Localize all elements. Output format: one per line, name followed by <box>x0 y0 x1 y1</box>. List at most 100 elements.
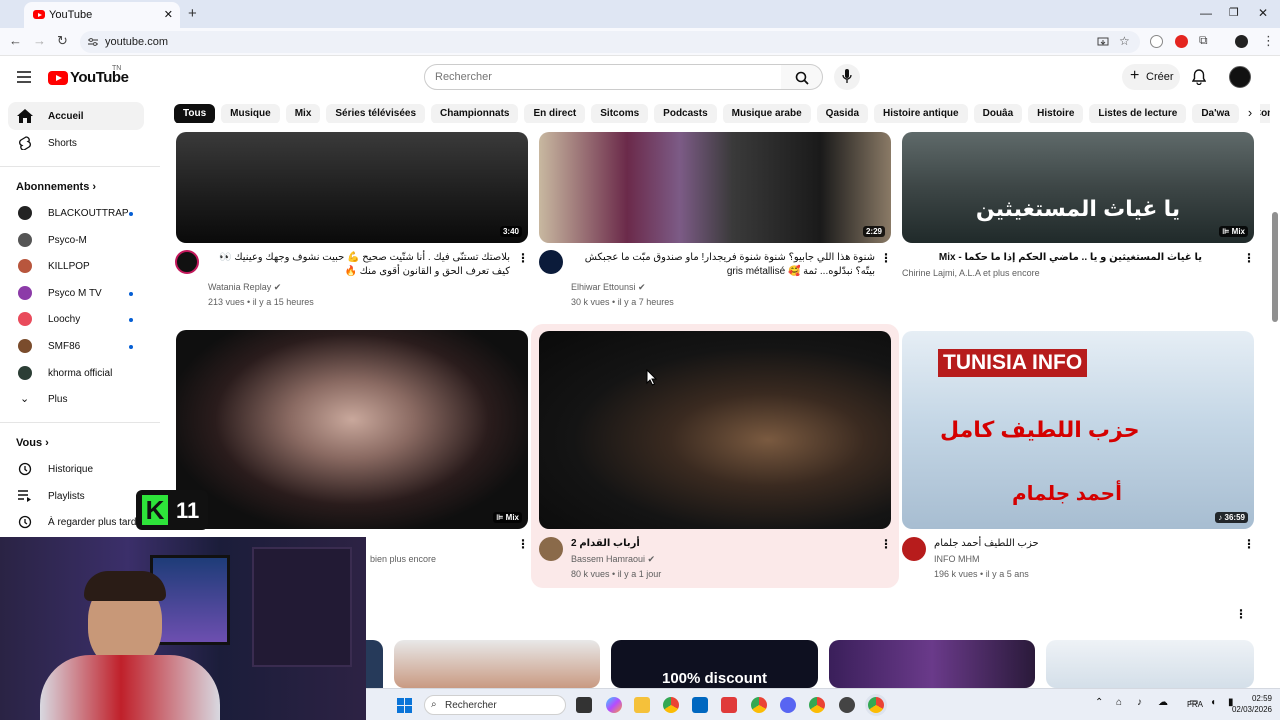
sidebar-subscription[interactable]: Psyco M TV <box>8 280 144 306</box>
chrome-icon[interactable] <box>751 697 767 713</box>
site-settings-icon[interactable] <box>88 37 98 47</box>
windows-start-icon[interactable] <box>397 698 412 713</box>
search-button[interactable] <box>781 64 823 90</box>
extensions-puzzle-icon[interactable]: ⧉ <box>1199 33 1208 48</box>
back-icon[interactable]: ← <box>9 33 22 48</box>
browser-menu-icon[interactable]: ⋮ <box>1262 33 1275 49</box>
video-channel[interactable]: Watania Replay ✔ <box>208 282 281 293</box>
discord-icon[interactable] <box>780 697 796 713</box>
channel-avatar[interactable] <box>539 537 563 561</box>
sidebar-item-shorts[interactable]: Shorts <box>8 129 144 157</box>
chip-qasida[interactable]: Qasida <box>816 104 869 123</box>
sidebar-subscription[interactable]: Loochy <box>8 306 144 332</box>
video-thumbnail[interactable]: TUNISIA INFO حزب اللطيف كامل أحمد جلمام … <box>902 331 1254 529</box>
subscriptions-heading[interactable]: Abonnements › <box>16 181 96 193</box>
network-icon[interactable]: ⌂ <box>1116 697 1122 708</box>
close-tab-icon[interactable]: ✕ <box>164 8 173 21</box>
video-channel[interactable]: bien plus encore <box>370 554 436 564</box>
sidebar-item-history[interactable]: Historique <box>8 456 144 482</box>
profile-avatar-icon[interactable] <box>1235 35 1248 48</box>
address-bar[interactable]: youtube.com ☆ <box>80 31 1140 53</box>
video-thumbnail[interactable]: 3:40 <box>176 132 528 243</box>
section-more-icon[interactable]: ⋮ <box>1235 607 1247 621</box>
chip-podcasts[interactable]: Podcasts <box>654 104 717 123</box>
sidebar-subscription[interactable]: khorma official <box>8 360 144 386</box>
reload-icon[interactable]: ↻ <box>57 33 68 49</box>
video-thumbnail[interactable]: 100% discount <box>611 640 818 688</box>
video-thumbnail[interactable] <box>394 640 600 688</box>
chip-listes-de-lecture[interactable]: Listes de lecture <box>1089 104 1187 123</box>
sidebar-item-playlists[interactable]: Playlists <box>8 483 144 509</box>
sidebar-subscription[interactable]: SMF86 <box>8 333 144 359</box>
chip-histoire[interactable]: Histoire <box>1028 104 1084 123</box>
minimize-icon[interactable]: — <box>1200 6 1212 20</box>
chrome-icon[interactable] <box>809 697 825 713</box>
wps-office-icon[interactable] <box>721 697 737 713</box>
video-title[interactable]: بلاصتك تستنّى فيك . أنا شتّيت صحيح 💪 حبي… <box>208 251 510 279</box>
chips-next-chevron-icon[interactable]: › <box>1240 104 1260 124</box>
chip-championnats[interactable]: Championnats <box>431 104 519 123</box>
cloud-icon[interactable]: ☁ <box>1158 697 1168 708</box>
microphone-tray-icon[interactable]: ♪ <box>1137 697 1142 708</box>
video-thumbnail[interactable]: 2:29 <box>539 132 891 243</box>
sidebar-subscription[interactable]: Psyco-M <box>8 227 144 253</box>
file-explorer-icon[interactable] <box>634 697 650 713</box>
video-thumbnail[interactable]: ⊫ Mix <box>176 330 528 529</box>
extension-icon[interactable] <box>1150 35 1163 48</box>
sidebar-subscription[interactable]: KILLPOP <box>8 253 144 279</box>
video-thumbnail[interactable] <box>366 640 383 688</box>
video-channel[interactable]: Chirine Lajmi, A.L.A et plus encore <box>902 268 1040 278</box>
chip-histoire-antique[interactable]: Histoire antique <box>874 104 968 123</box>
forward-icon[interactable]: → <box>33 33 46 48</box>
tray-overflow-icon[interactable]: ⌃ <box>1095 697 1103 708</box>
video-thumbnail[interactable] <box>539 331 891 529</box>
chip-sitcoms[interactable]: Sitcoms <box>591 104 649 123</box>
chip-tous[interactable]: Tous <box>174 104 216 123</box>
account-avatar[interactable] <box>1229 66 1251 88</box>
channel-avatar[interactable] <box>902 537 926 561</box>
system-clock[interactable]: 02:59 02/03/2026 <box>1232 693 1272 715</box>
video-channel[interactable]: INFO MHM <box>934 554 980 564</box>
video-thumbnail[interactable] <box>829 640 1035 688</box>
chip-series[interactable]: Séries télévisées <box>326 104 426 123</box>
more-actions-icon[interactable]: ⋮ <box>880 537 892 551</box>
install-app-icon[interactable] <box>1097 36 1109 48</box>
search-input[interactable]: Rechercher <box>424 64 782 90</box>
restore-icon[interactable]: ❐ <box>1229 6 1239 19</box>
bookmark-star-icon[interactable]: ☆ <box>1119 34 1130 48</box>
chip-musique-arabe[interactable]: Musique arabe <box>722 104 811 123</box>
more-actions-icon[interactable]: ⋮ <box>517 251 529 265</box>
task-view-icon[interactable] <box>576 697 592 713</box>
channel-avatar[interactable] <box>175 250 199 274</box>
sidebar-subscription[interactable]: BLACKOUTTRAP <box>8 200 144 226</box>
chrome-icon[interactable] <box>663 697 679 713</box>
chip-mix[interactable]: Mix <box>285 104 321 123</box>
sidebar-item-home[interactable]: Accueil <box>8 102 144 130</box>
notifications-bell-icon[interactable] <box>1192 69 1206 85</box>
youtube-logo[interactable]: YouTube TN <box>48 65 129 86</box>
sidebar-item-watch-later[interactable]: À regarder plus tard <box>8 509 144 535</box>
create-button[interactable]: + Créer <box>1122 64 1180 90</box>
more-actions-icon[interactable]: ⋮ <box>1243 251 1255 265</box>
video-title[interactable]: شنوة هذا اللي جابيو؟ شنوة شنوة فريجدار! … <box>571 251 875 279</box>
video-channel[interactable]: Elhiwar Ettounsi ✔ <box>571 282 646 293</box>
you-heading[interactable]: Vous › <box>16 437 49 449</box>
more-actions-icon[interactable]: ⋮ <box>517 537 529 551</box>
more-actions-icon[interactable]: ⋮ <box>1243 537 1255 551</box>
obs-icon[interactable] <box>839 697 855 713</box>
display-icon[interactable]: ▭ <box>1189 697 1198 708</box>
chip-musique[interactable]: Musique <box>221 104 280 123</box>
browser-tab-youtube[interactable]: YouTube ✕ <box>24 2 180 28</box>
hamburger-menu-icon[interactable] <box>17 71 31 83</box>
more-actions-icon[interactable]: ⋮ <box>880 251 892 265</box>
new-tab-button[interactable]: + <box>188 5 197 22</box>
copilot-icon[interactable] <box>606 697 622 713</box>
video-thumbnail[interactable]: يا غياث المستغيثين ⊫ Mix <box>902 132 1254 243</box>
chrome-active-icon[interactable] <box>868 697 884 713</box>
store-icon[interactable] <box>692 697 708 713</box>
scrollbar-thumb[interactable] <box>1272 212 1278 322</box>
volume-icon[interactable]: ◖ <box>1210 697 1216 708</box>
taskbar-search-input[interactable]: ⌕ Rechercher <box>424 695 566 715</box>
chip-dawa[interactable]: Da'wa <box>1192 104 1239 123</box>
video-thumbnail[interactable] <box>1046 640 1254 688</box>
